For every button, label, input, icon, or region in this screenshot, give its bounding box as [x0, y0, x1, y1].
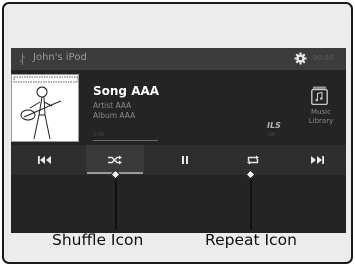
- track-artist: Artist AAA: [93, 101, 132, 110]
- music-library-icon[interactable]: [311, 86, 328, 105]
- source-name: John's iPod: [33, 52, 87, 63]
- shuffle-icon: [108, 155, 122, 165]
- album-art: [11, 74, 79, 142]
- audio-screen: John's iPod 00:00 Song AAA Artist AAA Al…: [11, 48, 346, 233]
- pause-button[interactable]: [165, 145, 205, 175]
- playback-controls: [11, 145, 346, 175]
- ils-status: Off: [268, 132, 276, 138]
- pause-icon: [182, 156, 188, 164]
- clock-display: 00:00: [313, 54, 334, 62]
- manual-illustration-frame: John's iPod 00:00 Song AAA Artist AAA Al…: [2, 2, 353, 264]
- guitarist-artwork: [13, 76, 78, 140]
- shuffle-callout-line: [115, 176, 117, 230]
- repeat-icon: [247, 155, 259, 165]
- elapsed-time: 0:00: [93, 132, 105, 138]
- ils-label[interactable]: ILS: [267, 121, 281, 130]
- music-library-label[interactable]: Music Library: [301, 108, 341, 126]
- track-album: Album AAA: [93, 111, 136, 120]
- repeat-callout-line: [250, 176, 252, 230]
- previous-button[interactable]: [25, 145, 65, 175]
- progress-bar[interactable]: [93, 140, 158, 141]
- shuffle-callout-label: Shuffle Icon: [52, 231, 144, 249]
- source-header: John's iPod 00:00: [11, 48, 346, 70]
- music-library-label-line2: Library: [308, 117, 334, 125]
- repeat-callout-label: Repeat Icon: [205, 231, 297, 249]
- ipod-icon: [19, 53, 26, 65]
- gear-icon[interactable]: [294, 52, 307, 65]
- track-title: Song AAA: [93, 84, 160, 98]
- skip-back-icon: [38, 156, 51, 164]
- repeat-button[interactable]: [233, 145, 273, 175]
- skip-forward-icon: [311, 156, 324, 164]
- next-button[interactable]: [297, 145, 337, 175]
- music-library-label-line1: Music: [311, 108, 331, 116]
